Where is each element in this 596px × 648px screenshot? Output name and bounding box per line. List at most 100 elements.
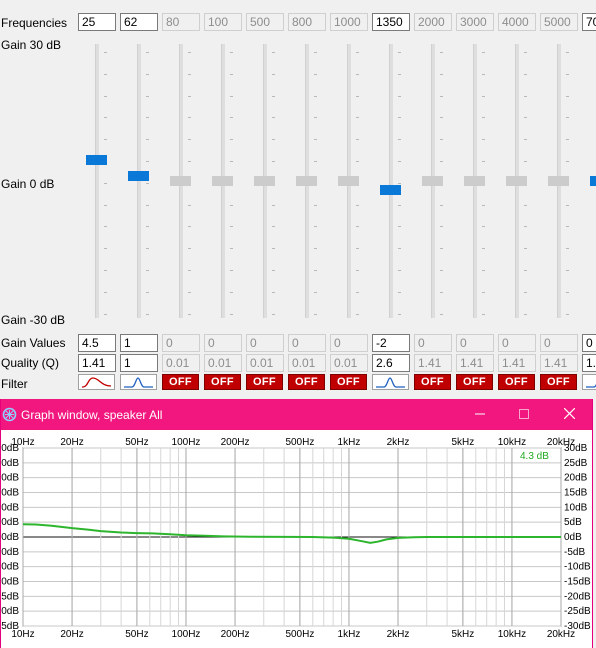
frequency-input-9[interactable]: 3000 <box>456 13 494 31</box>
gain-value-input-8[interactable]: 0 <box>414 334 452 352</box>
frequency-input-4[interactable]: 500 <box>246 13 284 31</box>
slider-tick <box>188 117 191 119</box>
filter-off-button-6[interactable]: OFF <box>330 374 367 390</box>
y-tick-label-left: 0dB <box>1 547 19 558</box>
gain-slider-thumb-1[interactable] <box>128 171 149 182</box>
filter-off-button-5[interactable]: OFF <box>288 374 325 390</box>
y-tick-label-left: 0dB <box>1 606 19 617</box>
gain-value-input-10[interactable]: 0 <box>498 334 536 352</box>
gain-value-input-7[interactable]: -2 <box>372 334 410 352</box>
gain-slider-thumb-5[interactable] <box>296 176 317 186</box>
gain-slider-thumb-0[interactable] <box>86 155 107 166</box>
filter-off-button-2[interactable]: OFF <box>162 374 199 390</box>
minimize-button[interactable] <box>457 399 503 430</box>
filter-off-button-11[interactable]: OFF <box>540 374 577 390</box>
gain-slider-thumb-8[interactable] <box>422 176 443 186</box>
maximize-button[interactable] <box>501 399 547 430</box>
gain-slider-thumb-3[interactable] <box>212 176 233 186</box>
gain-slider-thumb-12[interactable] <box>590 176 596 186</box>
slider-tick <box>146 313 149 315</box>
slider-tick <box>482 270 485 271</box>
frequency-input-8[interactable]: 2000 <box>414 13 452 31</box>
slider-tick <box>188 139 191 141</box>
filter-off-button-8[interactable]: OFF <box>414 374 451 390</box>
gain-value-input-3[interactable]: 0 <box>204 334 242 352</box>
frequency-input-10[interactable]: 4000 <box>498 13 536 31</box>
slider-tick <box>482 52 485 53</box>
filter-highpass-button-0[interactable] <box>78 374 115 390</box>
filter-off-label: OFF <box>295 376 318 388</box>
gain-slider-thumb-11[interactable] <box>548 176 569 186</box>
frequency-input-11[interactable]: 5000 <box>540 13 578 31</box>
gain-value-input-9[interactable]: 0 <box>456 334 494 352</box>
y-tick-label-right: 20dB <box>564 473 588 484</box>
quality-input-11[interactable]: 1.41 <box>540 354 578 372</box>
quality-input-4[interactable]: 0.01 <box>246 354 284 372</box>
y-tick-label-right: -20dB <box>564 591 591 602</box>
quality-input-0[interactable]: 1.41 <box>78 354 116 372</box>
gain-slider-track-0[interactable] <box>95 44 99 318</box>
quality-input-3[interactable]: 0.01 <box>204 354 242 372</box>
slider-tick <box>188 52 191 53</box>
frequency-input-12[interactable]: 700 <box>582 13 596 31</box>
slider-tick <box>482 95 485 97</box>
slider-tick <box>272 52 275 53</box>
y-tick-label-left: 0dB <box>1 562 19 573</box>
quality-input-5[interactable]: 0.01 <box>288 354 326 372</box>
gain-slider-thumb-2[interactable] <box>170 176 191 186</box>
gain-value-input-4[interactable]: 0 <box>246 334 284 352</box>
x-tick-label-top: 20Hz <box>60 437 83 448</box>
y-tick-label-left: 5dB <box>1 591 19 602</box>
gain-slider-thumb-9[interactable] <box>464 176 485 186</box>
x-tick-label-bottom: 10kHz <box>498 629 526 640</box>
frequency-input-7[interactable]: 1350 <box>372 13 410 31</box>
gain-value-input-0[interactable]: 4.5 <box>78 334 116 352</box>
gain-slider-thumb-6[interactable] <box>338 176 359 186</box>
slider-tick <box>524 226 527 228</box>
gain-slider-thumb-4[interactable] <box>254 176 275 186</box>
filter-off-button-3[interactable]: OFF <box>204 374 241 390</box>
frequency-input-3[interactable]: 100 <box>204 13 242 31</box>
gain-value-input-2[interactable]: 0 <box>162 334 200 352</box>
gain-value-input-11[interactable]: 0 <box>540 334 578 352</box>
slider-tick <box>482 248 485 250</box>
filter-peak-button-1[interactable] <box>120 374 157 390</box>
gain-slider-track-7[interactable] <box>389 44 393 318</box>
gain-slider-thumb-7[interactable] <box>380 185 401 196</box>
slider-tick <box>188 73 191 75</box>
quality-input-7[interactable]: 2.6 <box>372 354 410 372</box>
frequency-input-5[interactable]: 800 <box>288 13 326 31</box>
gain-value-input-6[interactable]: 0 <box>330 334 368 352</box>
gain-slider-thumb-10[interactable] <box>506 176 527 186</box>
slider-tick <box>566 204 569 206</box>
filter-peak-button-7[interactable] <box>372 374 409 390</box>
close-button[interactable] <box>546 399 592 430</box>
graph-window-titlebar[interactable]: Graph window, speaker All <box>1 399 592 430</box>
quality-input-6[interactable]: 0.01 <box>330 354 368 372</box>
filter-peak-button-12[interactable] <box>582 374 596 390</box>
slider-tick <box>230 161 233 162</box>
filter-off-button-10[interactable]: OFF <box>498 374 535 390</box>
quality-input-8[interactable]: 1.41 <box>414 354 452 372</box>
quality-input-9[interactable]: 1.41 <box>456 354 494 372</box>
frequency-input-0[interactable]: 25 <box>78 13 116 31</box>
gain-value-input-12[interactable]: 0 <box>582 334 596 352</box>
slider-tick <box>398 95 401 97</box>
quality-input-2[interactable]: 0.01 <box>162 354 200 372</box>
gain-bottom-label: Gain -30 dB <box>1 313 66 327</box>
frequency-input-2[interactable]: 80 <box>162 13 200 31</box>
quality-input-12[interactable]: 1.4 <box>582 354 596 372</box>
slider-tick <box>398 139 401 141</box>
frequency-input-1[interactable]: 62 <box>120 13 158 31</box>
gain-value-input-1[interactable]: 1 <box>120 334 158 352</box>
gain-value-input-5[interactable]: 0 <box>288 334 326 352</box>
filter-off-button-9[interactable]: OFF <box>456 374 493 390</box>
filter-off-label: OFF <box>547 376 570 388</box>
quality-input-10[interactable]: 1.41 <box>498 354 536 372</box>
frequency-input-6[interactable]: 1000 <box>330 13 368 31</box>
slider-tick <box>440 313 443 315</box>
quality-input-1[interactable]: 1 <box>120 354 158 372</box>
slider-tick <box>314 291 317 293</box>
slider-tick <box>272 226 275 228</box>
filter-off-button-4[interactable]: OFF <box>246 374 283 390</box>
